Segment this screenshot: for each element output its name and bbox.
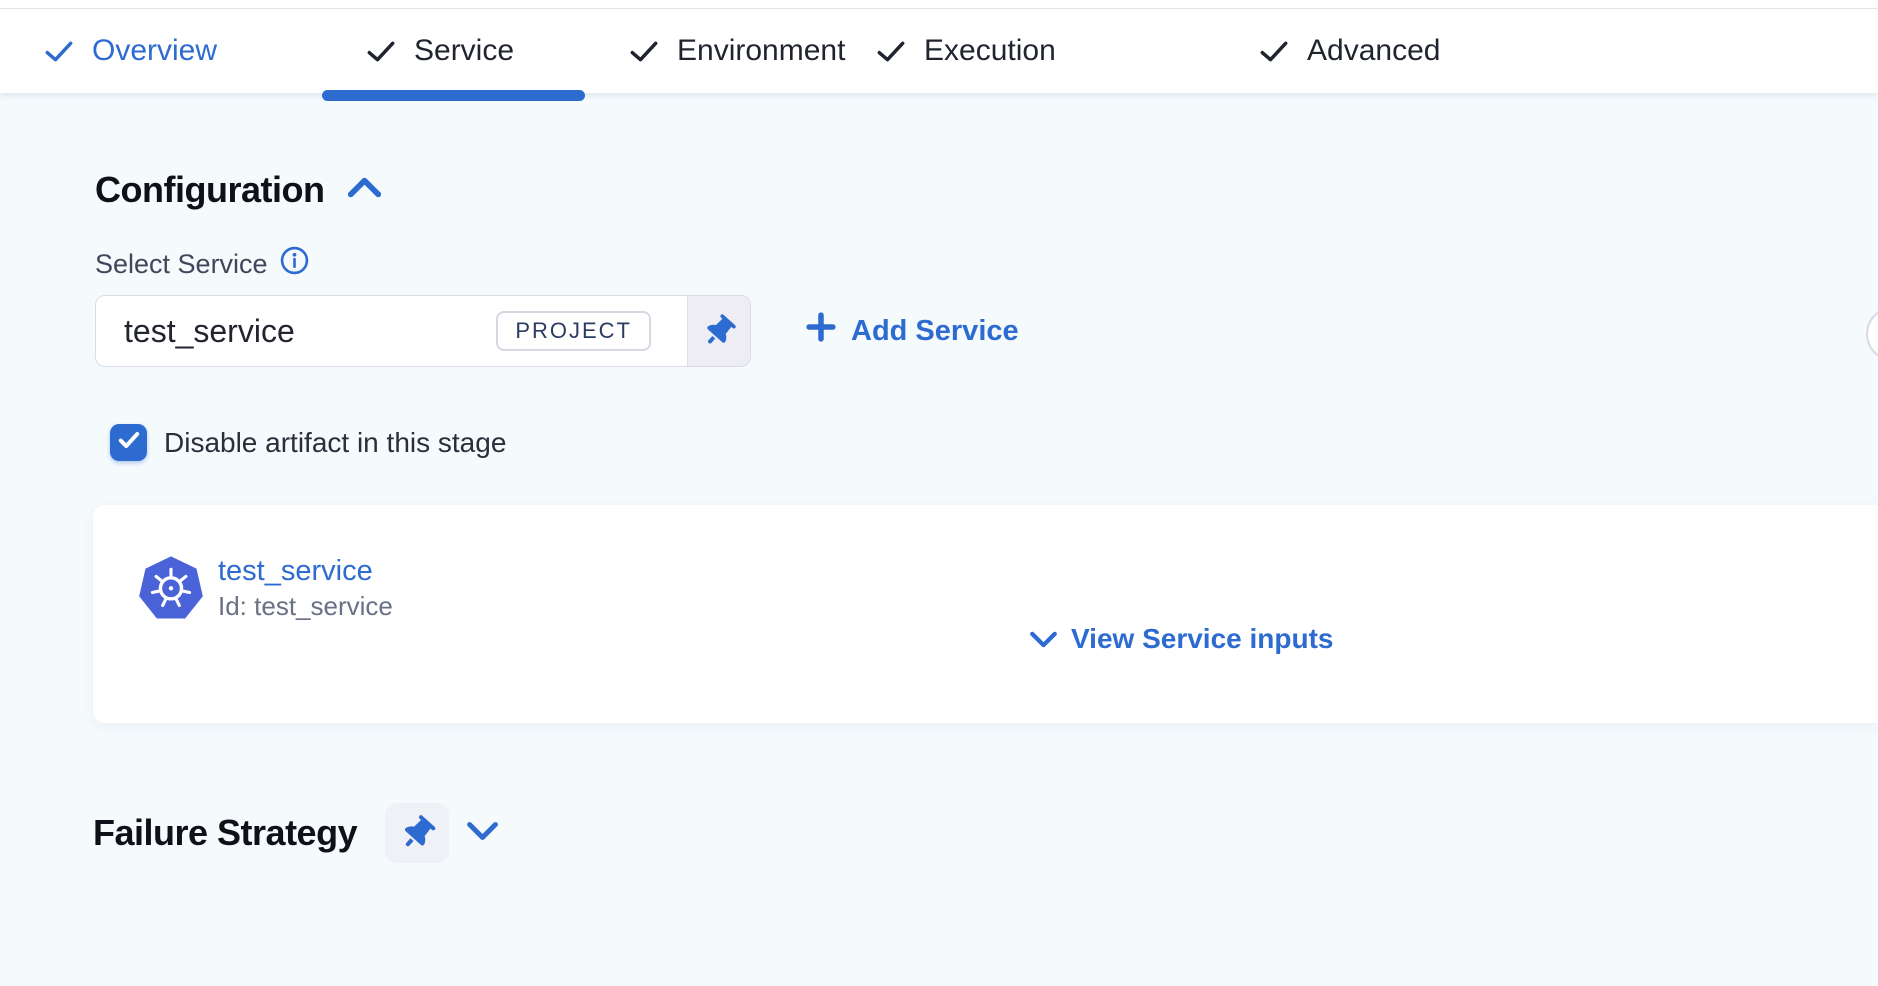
service-name-link[interactable]: test_service	[218, 555, 373, 588]
check-icon	[877, 41, 905, 62]
pushpin-icon	[700, 311, 739, 350]
top-divider	[0, 0, 1878, 9]
tab-label: Advanced	[1307, 34, 1440, 68]
tab-advanced[interactable]: Advanced	[1260, 9, 1440, 93]
tab-label: Service	[414, 34, 514, 68]
tab-label: Execution	[924, 34, 1056, 68]
disable-artifact-label: Disable artifact in this stage	[164, 427, 506, 459]
tab-label: Overview	[92, 34, 217, 68]
tab-overview[interactable]: Overview	[45, 9, 217, 93]
kubernetes-icon	[137, 555, 205, 623]
add-service-button[interactable]: Add Service	[806, 295, 1019, 367]
check-icon	[367, 41, 395, 62]
disable-artifact-row: Disable artifact in this stage	[110, 424, 506, 461]
check-icon	[1260, 41, 1288, 62]
configuration-section-header: Configuration	[95, 168, 381, 212]
help-floating-button[interactable]	[1866, 307, 1878, 361]
configuration-heading: Configuration	[95, 168, 324, 212]
checkmark-icon	[118, 431, 140, 454]
chevron-up-icon	[348, 177, 381, 203]
expand-failure-strategy-button[interactable]	[467, 821, 498, 846]
failure-strategy-section-header: Failure Strategy	[93, 798, 498, 868]
tab-label: Environment	[677, 34, 845, 68]
service-select-value-area[interactable]: test_service PROJECT	[96, 296, 687, 366]
tab-environment[interactable]: Environment	[630, 9, 845, 93]
select-service-label: Select Service	[95, 248, 268, 280]
view-service-inputs-button[interactable]: View Service inputs	[1030, 623, 1334, 655]
pushpin-icon	[397, 812, 438, 853]
chevron-down-icon	[467, 821, 498, 846]
service-scope-badge: PROJECT	[496, 311, 651, 351]
add-service-label: Add Service	[851, 315, 1019, 348]
selected-service-name: test_service	[124, 313, 295, 350]
failure-strategy-heading: Failure Strategy	[93, 811, 357, 855]
service-select-field[interactable]: test_service PROJECT	[95, 295, 751, 367]
service-id-text: Id: test_service	[218, 591, 393, 622]
stage-tab-bar: Overview Service Environment Execution A…	[0, 9, 1878, 93]
pin-service-button[interactable]	[687, 296, 750, 366]
disable-artifact-checkbox[interactable]	[110, 424, 147, 461]
check-icon	[630, 41, 658, 62]
collapse-section-button[interactable]	[348, 177, 381, 203]
chevron-down-icon	[1030, 623, 1057, 655]
tab-service[interactable]: Service	[367, 9, 514, 93]
service-card: test_service Id: test_service View Servi…	[93, 505, 1878, 723]
pin-failure-strategy-button[interactable]	[385, 803, 449, 863]
select-service-label-row: Select Service	[95, 246, 309, 282]
plus-icon	[806, 312, 836, 350]
stage-configuration-page: Overview Service Environment Execution A…	[0, 0, 1878, 986]
view-service-inputs-label: View Service inputs	[1071, 623, 1334, 655]
check-icon	[45, 41, 73, 62]
tab-execution[interactable]: Execution	[877, 9, 1056, 93]
active-tab-indicator	[322, 90, 585, 101]
info-icon[interactable]	[280, 246, 309, 282]
